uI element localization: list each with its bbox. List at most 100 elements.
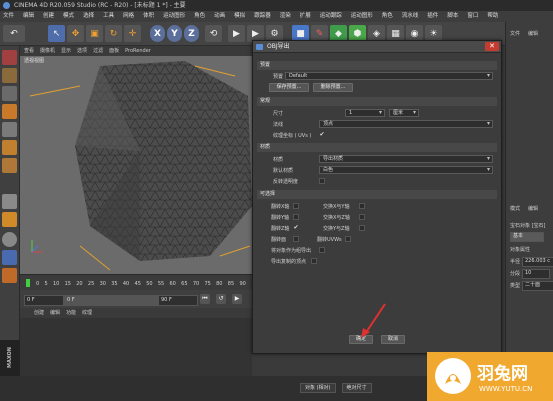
play-icon[interactable]: ▶ <box>232 294 242 304</box>
section-general[interactable]: 常规 <box>257 97 497 106</box>
range-slider[interactable]: 0 F <box>64 295 158 306</box>
menu-character-2[interactable]: 角色 <box>382 11 393 22</box>
menu-script[interactable]: 脚本 <box>447 11 458 22</box>
size-field[interactable]: 1 <box>345 109 385 117</box>
menu-extensions[interactable]: 扩展 <box>300 11 311 22</box>
mat-menu-create[interactable]: 创建 <box>34 308 44 318</box>
menu-mode[interactable]: 模式 <box>63 11 74 22</box>
segments-field[interactable]: 10 <box>522 269 550 279</box>
z-axis-toggle[interactable]: Z <box>184 25 199 42</box>
lock-workplane-icon[interactable] <box>2 250 17 265</box>
flip-x-checkbox[interactable] <box>293 203 299 209</box>
timeline-playhead[interactable] <box>26 279 30 287</box>
live-select-icon[interactable]: ↖ <box>48 25 65 42</box>
menu-pipeline[interactable]: 流水线 <box>402 11 419 22</box>
swap-xz-checkbox[interactable] <box>359 214 365 220</box>
flip-y-checkbox[interactable] <box>293 214 299 220</box>
menu-mesh[interactable]: 网格 <box>123 11 134 22</box>
texture-mode-icon[interactable] <box>2 86 17 101</box>
vp-menu-options[interactable]: 选项 <box>77 46 87 56</box>
polygons-mode-icon[interactable] <box>2 158 17 173</box>
normals-dropdown[interactable]: 顶点 <box>319 120 493 128</box>
menu-select[interactable]: 选择 <box>83 11 94 22</box>
menu-mograph[interactable]: 运动图形 <box>163 11 185 22</box>
menu-file[interactable]: 文件 <box>3 11 14 22</box>
swap-yz-checkbox[interactable] <box>359 225 365 231</box>
vp-menu-filter[interactable]: 过滤 <box>93 46 103 56</box>
x-axis-toggle[interactable]: X <box>150 25 165 42</box>
menu-plugins[interactable]: 插件 <box>427 11 438 22</box>
menu-character[interactable]: 角色 <box>194 11 205 22</box>
default-material-dropdown[interactable]: 白色 <box>319 166 493 174</box>
vp-menu-prorender[interactable]: ProRender <box>125 46 151 56</box>
swap-xy-checkbox[interactable] <box>359 203 365 209</box>
rp-edit-2[interactable]: 编辑 <box>528 205 538 212</box>
export-objects-as-groups-checkbox[interactable] <box>319 247 325 253</box>
menu-help[interactable]: 帮助 <box>487 11 498 22</box>
tweak-mode-icon[interactable] <box>2 212 17 227</box>
axis-mode-icon[interactable] <box>2 194 17 209</box>
menu-tools[interactable]: 工具 <box>103 11 114 22</box>
go-to-start-icon[interactable]: ⏮ <box>200 294 210 304</box>
material-manager[interactable] <box>20 318 252 376</box>
mat-menu-edit[interactable]: 编辑 <box>50 308 60 318</box>
menu-simulate[interactable]: 模拟 <box>234 11 245 22</box>
rp-edit[interactable]: 编辑 <box>528 30 538 37</box>
section-preset[interactable]: 预置 <box>257 61 497 70</box>
mat-menu-function[interactable]: 功能 <box>66 308 76 318</box>
menu-mograph-2[interactable]: 运动图形 <box>351 11 373 22</box>
menu-render[interactable]: 渲染 <box>280 11 291 22</box>
coordinate-system-icon[interactable]: ⟲ <box>205 25 222 42</box>
menu-motion-tracking[interactable]: 运动跟踪 <box>320 11 342 22</box>
modeling-axis-icon[interactable] <box>2 268 17 283</box>
dialog-title-bar[interactable]: OBJ导出 ✕ <box>253 41 501 53</box>
section-optional[interactable]: 可选择 <box>257 190 497 199</box>
menu-window[interactable]: 窗口 <box>467 11 478 22</box>
undo-icon[interactable]: ↶ <box>3 25 25 42</box>
material-dropdown[interactable]: 导出材质 <box>319 155 493 163</box>
loop-icon[interactable]: ↺ <box>216 294 226 304</box>
save-preset-button[interactable]: 保存预置... <box>269 83 309 92</box>
export-duplicate-vertices-checkbox[interactable] <box>311 258 317 264</box>
uv-checkbox[interactable]: ✔ <box>319 132 325 138</box>
close-button[interactable]: ✕ <box>485 42 499 51</box>
unit-dropdown[interactable]: 厘米 <box>389 109 419 117</box>
flip-faces-checkbox[interactable] <box>293 236 299 242</box>
points-mode-icon[interactable] <box>2 122 17 137</box>
edges-mode-icon[interactable] <box>2 140 17 155</box>
workplane-icon[interactable] <box>2 104 17 119</box>
vp-menu-camera[interactable]: 摄像机 <box>40 46 55 56</box>
flip-z-checkbox[interactable]: ✔ <box>293 225 299 231</box>
menu-create[interactable]: 创建 <box>43 11 54 22</box>
model-mode-icon[interactable] <box>2 68 17 83</box>
coord-mode-dropdown[interactable]: 对象 (相对) <box>300 383 336 393</box>
flip-uvws-checkbox[interactable] <box>345 236 351 242</box>
menu-tracker[interactable]: 跟踪器 <box>254 11 271 22</box>
menu-volume[interactable]: 体积 <box>143 11 154 22</box>
perspective-viewport[interactable] <box>20 56 252 274</box>
delete-preset-button[interactable]: 删除预置... <box>313 83 353 92</box>
preset-dropdown[interactable]: Default <box>285 72 493 80</box>
radius-field[interactable]: 226.003 c <box>522 257 553 267</box>
vp-menu-view[interactable]: 查看 <box>24 46 34 56</box>
section-material[interactable]: 材质 <box>257 143 497 152</box>
invert-transparency-checkbox[interactable] <box>319 178 325 184</box>
type-dropdown[interactable]: 二十面 <box>522 281 553 291</box>
mat-menu-texture[interactable]: 纹理 <box>82 308 92 318</box>
scale-icon[interactable]: ▣ <box>86 25 103 42</box>
y-axis-toggle[interactable]: Y <box>167 25 182 42</box>
render-view-icon[interactable]: ▶ <box>228 25 245 42</box>
current-frame-field[interactable]: 0 F <box>24 295 64 306</box>
menu-edit[interactable]: 编辑 <box>23 11 34 22</box>
basic-tab[interactable]: 基本 <box>510 232 544 242</box>
end-frame-field[interactable]: 90 F <box>158 295 198 306</box>
vp-menu-display[interactable]: 显示 <box>61 46 71 56</box>
recent-tool-icon[interactable]: ✛ <box>124 25 141 42</box>
vp-menu-panel[interactable]: 面板 <box>109 46 119 56</box>
make-editable-icon[interactable] <box>2 50 17 65</box>
move-icon[interactable]: ✥ <box>67 25 84 42</box>
rp-mode[interactable]: 模式 <box>510 205 520 212</box>
snap-icon[interactable] <box>2 232 17 247</box>
rotate-icon[interactable]: ↻ <box>105 25 122 42</box>
menu-animate[interactable]: 动画 <box>214 11 225 22</box>
